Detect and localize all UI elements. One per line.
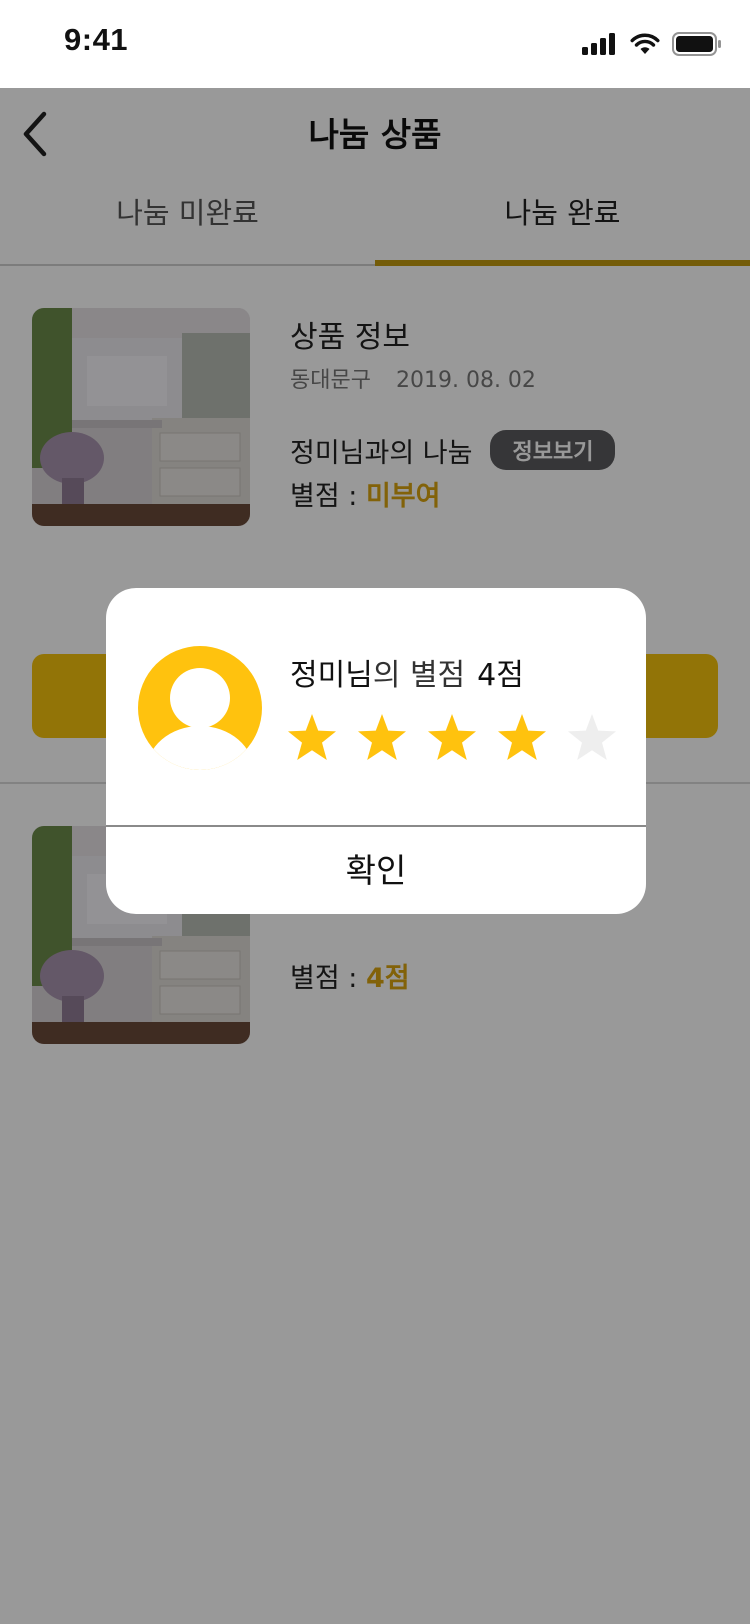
rating-summary: 정미님의 별점 4점 bbox=[290, 650, 524, 694]
star-rating bbox=[286, 712, 618, 764]
cellular-signal-icon bbox=[582, 33, 618, 59]
rating-suffix: 의 별점 bbox=[372, 658, 466, 693]
status-time: 9:41 bbox=[64, 22, 129, 57]
rating-dialog: 정미님의 별점 4점 확인 bbox=[106, 588, 646, 914]
status-icons bbox=[582, 32, 722, 60]
confirm-button[interactable]: 확인 bbox=[106, 827, 646, 914]
battery-icon bbox=[672, 32, 722, 60]
user-avatar-icon bbox=[138, 646, 262, 770]
rated-user-name: 정미님 bbox=[290, 658, 373, 693]
star-icon[interactable] bbox=[426, 712, 478, 764]
status-bar: 9:41 bbox=[0, 0, 750, 88]
star-icon[interactable] bbox=[286, 712, 338, 764]
star-icon[interactable] bbox=[356, 712, 408, 764]
star-icon[interactable] bbox=[496, 712, 548, 764]
star-icon[interactable] bbox=[566, 712, 618, 764]
wifi-icon bbox=[630, 33, 660, 59]
rating-score: 4점 bbox=[477, 658, 524, 693]
